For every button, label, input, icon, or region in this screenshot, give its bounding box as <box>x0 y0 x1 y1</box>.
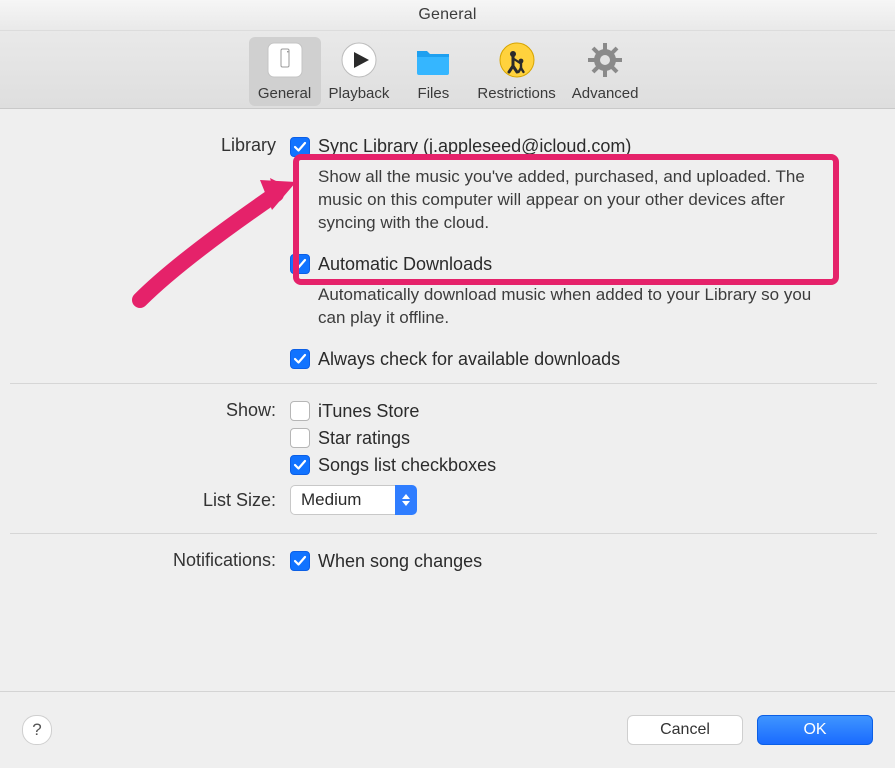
automatic-downloads-description: Automatically download music when added … <box>318 284 828 330</box>
notifications-section-label: Notifications: <box>10 548 290 572</box>
general-prefs-icon <box>262 37 308 83</box>
when-song-changes-checkbox[interactable]: When song changes <box>290 548 850 575</box>
tab-restrictions-label: Restrictions <box>477 85 555 102</box>
sync-library-checkbox[interactable]: Sync Library (j.appleseed@icloud.com) <box>290 133 850 160</box>
preferences-body: Library Sync Library (j.appleseed@icloud… <box>0 109 895 575</box>
divider <box>10 383 877 384</box>
help-button[interactable]: ? <box>22 715 52 745</box>
checkbox-icon <box>290 428 310 448</box>
tab-files-label: Files <box>418 85 450 102</box>
list-size-value: Medium <box>290 485 395 515</box>
star-ratings-checkbox[interactable]: Star ratings <box>290 425 850 452</box>
itunes-store-checkbox[interactable]: iTunes Store <box>290 398 850 425</box>
star-ratings-label: Star ratings <box>318 428 410 449</box>
dialog-footer: ? Cancel OK <box>0 691 895 768</box>
chevron-updown-icon <box>395 485 417 515</box>
sync-library-label: Sync Library (j.appleseed@icloud.com) <box>318 136 631 157</box>
tab-general[interactable]: General <box>249 37 321 106</box>
folder-icon <box>410 37 456 83</box>
tab-playback-label: Playback <box>329 85 390 102</box>
songs-list-checkboxes-checkbox[interactable]: Songs list checkboxes <box>290 452 850 479</box>
songs-list-checkboxes-label: Songs list checkboxes <box>318 455 496 476</box>
tab-general-label: General <box>258 85 311 102</box>
library-section-label: Library <box>10 133 290 157</box>
tab-playback[interactable]: Playback <box>321 37 398 106</box>
help-icon: ? <box>32 720 41 740</box>
itunes-store-label: iTunes Store <box>318 401 419 422</box>
checkbox-icon <box>290 551 310 571</box>
tab-advanced[interactable]: Advanced <box>564 37 647 106</box>
checkbox-icon <box>290 349 310 369</box>
checkbox-icon <box>290 455 310 475</box>
sync-library-description: Show all the music you've added, purchas… <box>318 166 828 235</box>
when-song-changes-label: When song changes <box>318 551 482 572</box>
automatic-downloads-label: Automatic Downloads <box>318 254 492 275</box>
checkbox-icon <box>290 254 310 274</box>
ok-button[interactable]: OK <box>757 715 873 745</box>
play-icon <box>336 37 382 83</box>
window-title: General <box>0 0 895 31</box>
tab-restrictions[interactable]: Restrictions <box>469 37 563 106</box>
checkbox-icon <box>290 137 310 157</box>
show-section-label: Show: <box>10 398 290 422</box>
tab-advanced-label: Advanced <box>572 85 639 102</box>
checkbox-icon <box>290 401 310 421</box>
restrictions-icon <box>494 37 540 83</box>
list-size-select[interactable]: Medium <box>290 485 850 515</box>
tab-files[interactable]: Files <box>397 37 469 106</box>
always-check-downloads-checkbox[interactable]: Always check for available downloads <box>290 346 850 373</box>
automatic-downloads-checkbox[interactable]: Automatic Downloads <box>290 251 850 278</box>
cancel-button[interactable]: Cancel <box>627 715 743 745</box>
divider <box>10 533 877 534</box>
preferences-window: General General Playback <box>0 0 895 768</box>
always-check-downloads-label: Always check for available downloads <box>318 349 620 370</box>
preferences-toolbar: General Playback Files <box>0 31 895 109</box>
gear-icon <box>582 37 628 83</box>
list-size-section-label: List Size: <box>10 485 290 515</box>
